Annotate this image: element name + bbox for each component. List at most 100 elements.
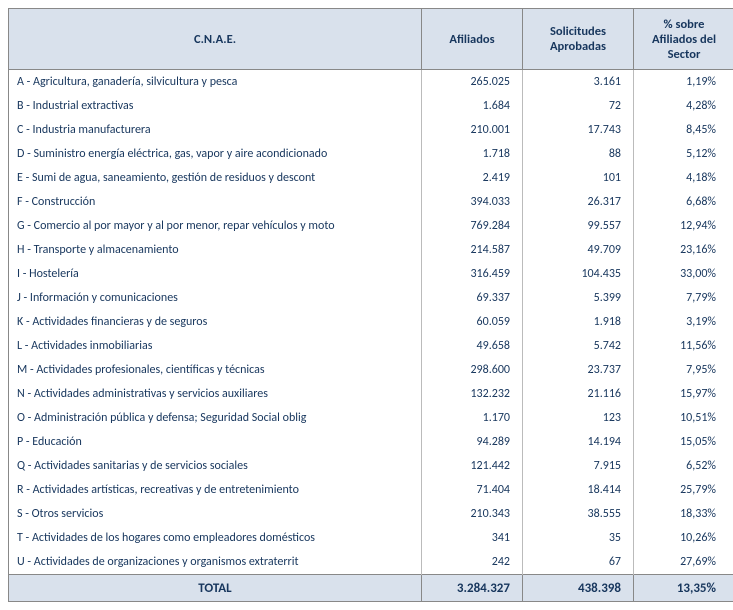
row-label: Q - Actividades sanitarias y de servicio… [9, 454, 422, 478]
row-pct: 4,18% [634, 166, 733, 190]
total-pct: 13,35% [634, 575, 733, 602]
row-label: F - Construcción [9, 190, 422, 214]
row-solicitudes: 21.116 [523, 382, 634, 406]
table-row: F - Construcción394.03326.3176,68% [9, 190, 733, 214]
row-afiliados: 132.232 [422, 382, 523, 406]
row-label: N - Actividades administrativas y servic… [9, 382, 422, 406]
table-row: T - Actividades de los hogares como empl… [9, 526, 733, 550]
header-row: C.N.A.E. Afiliados Solicitudes Aprobadas… [9, 9, 733, 70]
header-cnae: C.N.A.E. [9, 9, 422, 70]
row-pct: 15,97% [634, 382, 733, 406]
row-solicitudes: 17.743 [523, 118, 634, 142]
table-row: K - Actividades financieras y de seguros… [9, 310, 733, 334]
row-solicitudes: 38.555 [523, 502, 634, 526]
row-solicitudes: 88 [523, 142, 634, 166]
row-afiliados: 298.600 [422, 358, 523, 382]
row-label: P - Educación [9, 430, 422, 454]
row-solicitudes: 49.709 [523, 238, 634, 262]
table-row: R - Actividades artísticas, recreativas … [9, 478, 733, 502]
row-solicitudes: 123 [523, 406, 634, 430]
row-solicitudes: 7.915 [523, 454, 634, 478]
row-solicitudes: 99.557 [523, 214, 634, 238]
table-row: M - Actividades profesionales, científic… [9, 358, 733, 382]
total-label: TOTAL [9, 575, 422, 602]
row-afiliados: 341 [422, 526, 523, 550]
table-row: S - Otros servicios210.34338.55518,33% [9, 502, 733, 526]
table-row: H - Transporte y almacenamiento214.58749… [9, 238, 733, 262]
row-label: K - Actividades financieras y de seguros [9, 310, 422, 334]
row-label: R - Actividades artísticas, recreativas … [9, 478, 422, 502]
row-pct: 1,19% [634, 70, 733, 95]
table-row: U - Actividades de organizaciones y orga… [9, 550, 733, 575]
row-pct: 11,56% [634, 334, 733, 358]
table-row: N - Actividades administrativas y servic… [9, 382, 733, 406]
row-pct: 18,33% [634, 502, 733, 526]
table-row: A - Agricultura, ganadería, silvicultura… [9, 70, 733, 95]
table-row: G - Comercio al por mayor y al por menor… [9, 214, 733, 238]
row-pct: 27,69% [634, 550, 733, 575]
row-label: D - Suministro energía eléctrica, gas, v… [9, 142, 422, 166]
table-row: B - Industrial extractivas1.684724,28% [9, 94, 733, 118]
row-label: E - Sumi de agua, saneamiento, gestión d… [9, 166, 422, 190]
row-pct: 7,95% [634, 358, 733, 382]
row-afiliados: 121.442 [422, 454, 523, 478]
row-solicitudes: 101 [523, 166, 634, 190]
row-afiliados: 265.025 [422, 70, 523, 95]
row-pct: 6,52% [634, 454, 733, 478]
total-row: TOTAL 3.284.327 438.398 13,35% [9, 575, 733, 602]
row-label: G - Comercio al por mayor y al por menor… [9, 214, 422, 238]
row-solicitudes: 5.742 [523, 334, 634, 358]
row-solicitudes: 18.414 [523, 478, 634, 502]
row-label: O - Administración pública y defensa; Se… [9, 406, 422, 430]
row-afiliados: 69.337 [422, 286, 523, 310]
table-row: E - Sumi de agua, saneamiento, gestión d… [9, 166, 733, 190]
row-afiliados: 210.343 [422, 502, 523, 526]
row-solicitudes: 67 [523, 550, 634, 575]
header-solicitudes: Solicitudes Aprobadas [523, 9, 634, 70]
table-row: P - Educación94.28914.19415,05% [9, 430, 733, 454]
row-afiliados: 60.059 [422, 310, 523, 334]
row-solicitudes: 5.399 [523, 286, 634, 310]
row-label: S - Otros servicios [9, 502, 422, 526]
row-label: L - Actividades inmobiliarias [9, 334, 422, 358]
row-label: C - Industria manufacturera [9, 118, 422, 142]
row-pct: 12,94% [634, 214, 733, 238]
header-afiliados: Afiliados [422, 9, 523, 70]
row-label: B - Industrial extractivas [9, 94, 422, 118]
row-pct: 5,12% [634, 142, 733, 166]
table-row: I - Hostelería316.459104.43533,00% [9, 262, 733, 286]
row-afiliados: 769.284 [422, 214, 523, 238]
row-afiliados: 316.459 [422, 262, 523, 286]
header-pct: % sobre Afiliados del Sector [634, 9, 733, 70]
row-pct: 4,28% [634, 94, 733, 118]
row-afiliados: 1.718 [422, 142, 523, 166]
row-afiliados: 49.658 [422, 334, 523, 358]
row-pct: 7,79% [634, 286, 733, 310]
row-label: M - Actividades profesionales, científic… [9, 358, 422, 382]
table-row: O - Administración pública y defensa; Se… [9, 406, 733, 430]
row-afiliados: 2.419 [422, 166, 523, 190]
row-afiliados: 242 [422, 550, 523, 575]
row-label: T - Actividades de los hogares como empl… [9, 526, 422, 550]
row-solicitudes: 72 [523, 94, 634, 118]
row-solicitudes: 1.918 [523, 310, 634, 334]
row-solicitudes: 104.435 [523, 262, 634, 286]
row-solicitudes: 35 [523, 526, 634, 550]
row-pct: 23,16% [634, 238, 733, 262]
row-pct: 25,79% [634, 478, 733, 502]
row-afiliados: 394.033 [422, 190, 523, 214]
row-pct: 10,51% [634, 406, 733, 430]
row-solicitudes: 14.194 [523, 430, 634, 454]
table-row: L - Actividades inmobiliarias49.6585.742… [9, 334, 733, 358]
total-afiliados: 3.284.327 [422, 575, 523, 602]
cnae-table: C.N.A.E. Afiliados Solicitudes Aprobadas… [8, 8, 733, 602]
row-pct: 33,00% [634, 262, 733, 286]
table-row: C - Industria manufacturera210.00117.743… [9, 118, 733, 142]
row-afiliados: 210.001 [422, 118, 523, 142]
row-afiliados: 1.170 [422, 406, 523, 430]
row-pct: 15,05% [634, 430, 733, 454]
row-pct: 8,45% [634, 118, 733, 142]
table-row: D - Suministro energía eléctrica, gas, v… [9, 142, 733, 166]
row-label: I - Hostelería [9, 262, 422, 286]
row-label: U - Actividades de organizaciones y orga… [9, 550, 422, 575]
